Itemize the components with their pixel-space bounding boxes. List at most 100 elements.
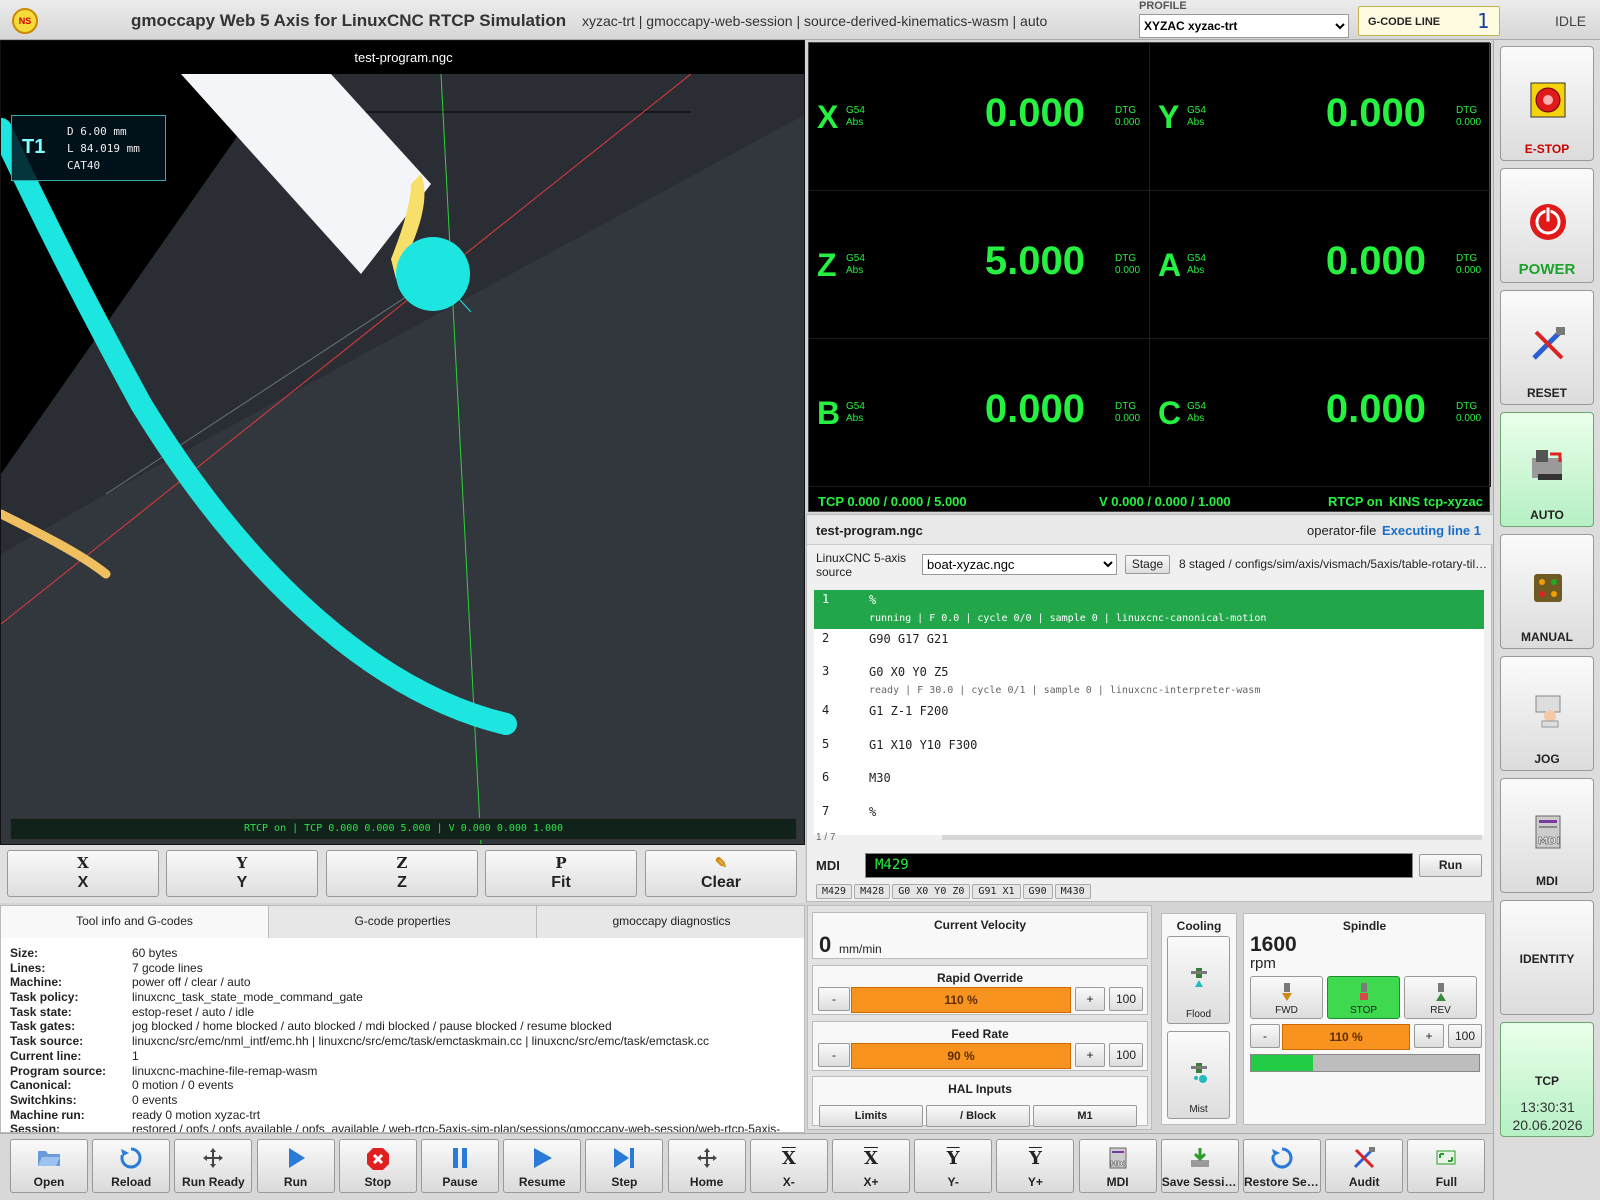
spindle-minus-button[interactable]: - bbox=[1250, 1024, 1280, 1048]
gcode-line[interactable]: 1 % running | F 0.0 | cycle 0/0 | sample… bbox=[814, 590, 1484, 629]
manual-mode-button[interactable]: MANUAL bbox=[1500, 534, 1594, 649]
mist-button[interactable]: Mist bbox=[1167, 1031, 1230, 1119]
dro-axis-c[interactable]: C G54 Abs 0.000 DTG 0.000 bbox=[1150, 339, 1491, 487]
flood-button[interactable]: Flood bbox=[1167, 936, 1230, 1024]
dro-axis-z[interactable]: Z G54 Abs 5.000 DTG 0.000 bbox=[809, 191, 1150, 339]
toolbar-y-button[interactable]: Y Y- bbox=[914, 1139, 993, 1193]
toolbar-x-button[interactable]: X X+ bbox=[832, 1139, 910, 1193]
mdi-history-chip[interactable]: M430 bbox=[1054, 884, 1091, 899]
jog-mode-button[interactable]: JOG bbox=[1500, 656, 1594, 771]
gcode-line-code: G1 X10 Y10 F300 bbox=[869, 738, 978, 752]
toolbar-mdi-button[interactable]: MDI MDI bbox=[1078, 1139, 1157, 1193]
gcode-line[interactable]: 6 M30 bbox=[814, 768, 1484, 802]
mdi-history-chip[interactable]: G90 bbox=[1022, 884, 1053, 899]
spindle-plus-button[interactable]: + bbox=[1414, 1024, 1444, 1048]
toolbar-reload-button[interactable]: Reload bbox=[92, 1139, 171, 1193]
view-fit-button[interactable]: P Fit bbox=[485, 850, 637, 897]
reset-label: RESET bbox=[1526, 386, 1567, 400]
toolbar-y-button[interactable]: Y Y+ bbox=[996, 1139, 1075, 1193]
tab-gcode-properties[interactable]: G-code properties bbox=[269, 906, 537, 938]
toolbar-run-ready-button[interactable]: Run Ready bbox=[174, 1139, 253, 1193]
mdi-mode-button[interactable]: MDI MDI bbox=[1500, 778, 1594, 893]
toolbar-stop-button[interactable]: Stop bbox=[338, 1139, 417, 1193]
info-value: estop-reset / auto / idle bbox=[132, 1004, 255, 1019]
dro-axis-y[interactable]: Y G54 Abs 0.000 DTG 0.000 bbox=[1150, 43, 1491, 191]
gcode-line[interactable]: 5 G1 X10 Y10 F300 bbox=[814, 735, 1484, 768]
spindle-rev-button[interactable]: REV bbox=[1404, 976, 1477, 1019]
toolbar-open-button[interactable]: Open bbox=[10, 1139, 88, 1193]
spindle-fwd-button[interactable]: FWD bbox=[1250, 976, 1323, 1019]
velocity-unit: mm/min bbox=[839, 942, 882, 956]
gcode-listing[interactable]: 1 % running | F 0.0 | cycle 0/0 | sample… bbox=[814, 590, 1484, 835]
3d-viewport[interactable]: test-program.ngc T1 D 6.00 mm L 84.019 m… bbox=[0, 40, 805, 845]
tab-diagnostics[interactable]: gmoccapy diagnostics bbox=[537, 906, 804, 938]
gcode-line[interactable]: 2 G90 G17 G21 bbox=[814, 629, 1484, 662]
view-x-button[interactable]: XX bbox=[7, 850, 159, 897]
feed-reset-button[interactable]: 100 bbox=[1109, 1043, 1143, 1067]
mdi-history-chip[interactable]: G91 X1 bbox=[972, 884, 1021, 899]
dro-dtg: DTG 0.000 bbox=[1115, 105, 1153, 129]
gcode-line[interactable]: 3 G0 X0 Y0 Z5 ready | F 30.0 | cycle 0/1… bbox=[814, 662, 1484, 701]
estop-button[interactable]: E-STOP bbox=[1500, 46, 1594, 161]
view-y-button[interactable]: YY bbox=[166, 850, 318, 897]
info-row: Lines: 7 gcode lines bbox=[10, 961, 800, 976]
dro-axis-a[interactable]: A G54 Abs 0.000 DTG 0.000 bbox=[1150, 191, 1491, 339]
toolbar-resume-button[interactable]: Resume bbox=[503, 1139, 582, 1193]
rapid-override-bar[interactable]: 110 % bbox=[851, 987, 1071, 1013]
power-button[interactable]: POWER bbox=[1500, 168, 1594, 283]
feed-plus-button[interactable]: + bbox=[1075, 1043, 1105, 1067]
rapid-minus-button[interactable]: - bbox=[818, 987, 850, 1011]
toolbar-step-button[interactable]: Step bbox=[585, 1139, 664, 1193]
info-value: 0 motion / 0 events bbox=[132, 1078, 234, 1093]
toolbar-home-button[interactable]: Home bbox=[667, 1139, 746, 1193]
feed-minus-button[interactable]: - bbox=[818, 1043, 850, 1067]
dro-tcp: TCP 0.000 / 0.000 / 5.000 bbox=[818, 494, 967, 509]
feed-rate-bar[interactable]: 90 % bbox=[851, 1043, 1071, 1069]
toolbar-pause-button[interactable]: Pause bbox=[421, 1139, 499, 1193]
hal-limits-button[interactable]: Limits bbox=[819, 1105, 923, 1127]
hal-m1-button[interactable]: M1 bbox=[1033, 1105, 1137, 1127]
mdi-history-chip[interactable]: G0 X0 Y0 Z0 bbox=[892, 884, 971, 899]
identity-button[interactable]: IDENTITY bbox=[1500, 900, 1594, 1015]
rapid-plus-button[interactable]: + bbox=[1075, 987, 1105, 1011]
info-value: linuxcnc-machine-file-remap-wasm bbox=[132, 1063, 318, 1078]
view-y-label: Y bbox=[236, 874, 248, 891]
gcode-line[interactable]: 7 % bbox=[814, 802, 1484, 835]
mdi-history-chip[interactable]: M428 bbox=[854, 884, 891, 899]
gcode-scrollbar[interactable] bbox=[942, 835, 1482, 840]
toolbar-button-label: Y+ bbox=[1027, 1175, 1043, 1189]
info-row: Current line: 1 bbox=[10, 1049, 800, 1064]
view-z-button[interactable]: ZZ bbox=[326, 850, 478, 897]
clear-plot-button[interactable]: ✎ Clear bbox=[645, 850, 797, 897]
dro-coord-system: G54 bbox=[1187, 253, 1206, 264]
profile-select[interactable]: XYZAC xyzac-trt bbox=[1139, 14, 1349, 38]
spindle-stop-button[interactable]: STOP bbox=[1327, 976, 1400, 1019]
hal-block-button[interactable]: / Block bbox=[926, 1105, 1030, 1127]
source-select[interactable]: boat-xyzac.ngc bbox=[922, 554, 1117, 575]
info-row: Machine: power off / clear / auto bbox=[10, 975, 800, 990]
spindle-reset-button[interactable]: 100 bbox=[1448, 1024, 1482, 1048]
viewport-scene[interactable] bbox=[1, 74, 805, 845]
toolbar-audit-button[interactable]: Audit bbox=[1325, 1139, 1404, 1193]
perspective-icon: P bbox=[555, 854, 567, 872]
reset-button[interactable]: RESET bbox=[1500, 290, 1594, 405]
toolbar-restore-session-button[interactable]: Restore Session bbox=[1243, 1139, 1321, 1193]
mdi-run-button[interactable]: Run bbox=[1419, 854, 1482, 877]
toolbar-x-button[interactable]: X X- bbox=[749, 1139, 828, 1193]
spindle-override-bar[interactable]: 110 % bbox=[1282, 1024, 1410, 1050]
axis-y-icon: Y bbox=[236, 854, 248, 872]
toolbar-run-button[interactable]: Run bbox=[256, 1139, 335, 1193]
gcode-line[interactable]: 4 G1 Z-1 F200 bbox=[814, 701, 1484, 735]
dro-axis-letter: X bbox=[817, 99, 839, 135]
rapid-reset-button[interactable]: 100 bbox=[1109, 987, 1143, 1011]
dro-axis-x[interactable]: X G54 Abs 0.000 DTG 0.000 bbox=[809, 43, 1150, 191]
auto-mode-button[interactable]: AUTO bbox=[1500, 412, 1594, 527]
overrides-panel: Current Velocity 0 mm/min Rapid Override… bbox=[807, 905, 1152, 1130]
toolbar-save-session-button[interactable]: Save Session bbox=[1160, 1139, 1239, 1193]
tab-tool-info[interactable]: Tool info and G-codes bbox=[1, 906, 269, 938]
stage-button[interactable]: Stage bbox=[1125, 555, 1170, 574]
toolbar-full-button[interactable]: Full bbox=[1407, 1139, 1486, 1193]
mdi-input[interactable]: M429 bbox=[865, 853, 1413, 878]
dro-axis-b[interactable]: B G54 Abs 0.000 DTG 0.000 bbox=[809, 339, 1150, 487]
mdi-history-chip[interactable]: M429 bbox=[816, 884, 853, 899]
